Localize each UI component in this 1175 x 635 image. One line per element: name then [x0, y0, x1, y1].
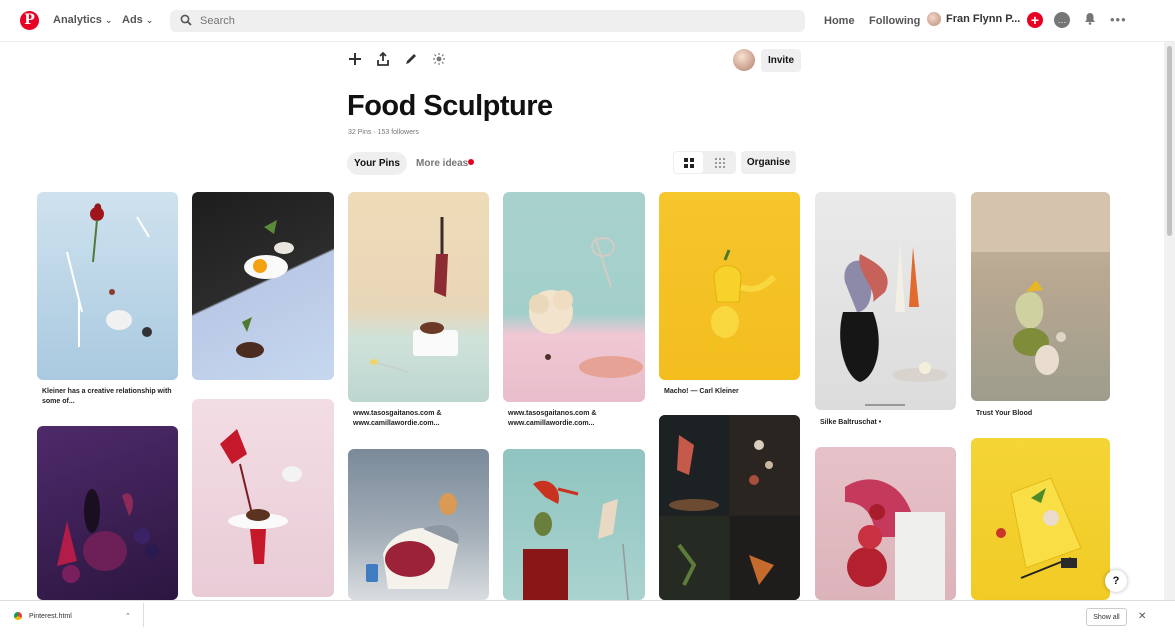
chevron-down-icon: ⌄: [145, 15, 154, 25]
share-upload-icon[interactable]: [376, 51, 390, 71]
pin-title[interactable]: Kleiner has a creative relationship with…: [42, 387, 174, 407]
organise-button[interactable]: Organise: [741, 151, 796, 174]
pin-image[interactable]: [37, 426, 178, 600]
search-input[interactable]: [200, 15, 760, 27]
search-bar: [170, 10, 805, 32]
pin-title[interactable]: Trust Your Blood: [976, 409, 1106, 419]
help-button[interactable]: ?: [1105, 570, 1127, 592]
messages-icon[interactable]: …: [1054, 12, 1070, 28]
pin-title[interactable]: Macho! — Carl Kleiner: [664, 387, 796, 397]
board-title: Food Sculpture: [347, 90, 553, 122]
more-options-icon[interactable]: •••: [1110, 12, 1126, 28]
search-icon: [180, 14, 192, 29]
following-link[interactable]: Following: [869, 15, 920, 27]
pin-title[interactable]: www.tasosgaitanos.com & www.camillawordi…: [353, 409, 485, 429]
pin-image[interactable]: [971, 438, 1110, 600]
pin-image[interactable]: [815, 192, 956, 410]
collaborator-avatar[interactable]: [733, 49, 755, 71]
close-icon[interactable]: ✕: [1138, 611, 1146, 622]
chevron-up-icon[interactable]: ⌃: [125, 612, 131, 620]
board-toolbar: [348, 51, 446, 71]
ads-label: Ads: [122, 14, 143, 26]
pinterest-logo-icon[interactable]: P: [20, 11, 39, 30]
pin-image[interactable]: [348, 449, 489, 600]
pin-image[interactable]: [971, 192, 1110, 401]
chrome-file-icon: [14, 612, 22, 620]
pin-image[interactable]: [503, 449, 645, 600]
view-toggle: [673, 151, 736, 174]
profile-link[interactable]: Fran Flynn P...: [927, 12, 1020, 26]
chevron-down-icon: ⌄: [104, 15, 113, 25]
tab-more-ideas[interactable]: More ideas: [416, 158, 468, 169]
edit-pencil-icon[interactable]: [404, 52, 418, 71]
top-navigation-bar: P Analytics⌄ Ads⌄ Home Following Fran Fl…: [0, 0, 1175, 42]
pin-title[interactable]: www.tasosgaitanos.com & www.camillawordi…: [508, 409, 640, 429]
lens-icon[interactable]: [432, 52, 446, 71]
pin-image[interactable]: [192, 192, 334, 380]
pin-image[interactable]: [815, 447, 956, 600]
download-bar: Pinterest.html ⌃ Show all ✕: [0, 600, 1175, 635]
pin-image[interactable]: [503, 192, 645, 402]
home-link[interactable]: Home: [824, 15, 855, 27]
board-meta: 32 Pins · 153 followers: [348, 129, 419, 136]
ads-menu[interactable]: Ads ⌄: [122, 14, 153, 26]
pin-image[interactable]: [659, 415, 800, 600]
pin-image[interactable]: [192, 399, 334, 597]
show-all-button[interactable]: Show all: [1086, 608, 1127, 626]
pin-image[interactable]: [659, 192, 800, 380]
grid-large-icon[interactable]: [673, 151, 704, 174]
tab-your-pins[interactable]: Your Pins: [347, 152, 407, 175]
analytics-menu[interactable]: Analytics ⌄: [53, 14, 112, 26]
user-name: Fran Flynn P...: [946, 13, 1021, 25]
scrollbar-thumb[interactable]: [1167, 46, 1172, 236]
pin-image[interactable]: [348, 192, 489, 402]
notifications-bell-icon[interactable]: [1082, 12, 1098, 28]
analytics-label: Analytics: [53, 14, 102, 26]
grid-compact-icon[interactable]: [704, 151, 735, 174]
download-item[interactable]: Pinterest.html: [14, 612, 72, 620]
add-plus-icon[interactable]: [348, 52, 362, 71]
invite-button[interactable]: Invite: [761, 49, 801, 72]
pin-image[interactable]: [37, 192, 178, 380]
divider: [143, 603, 144, 627]
avatar: [927, 12, 941, 26]
download-file-name: Pinterest.html: [29, 612, 72, 620]
notification-dot: [468, 159, 474, 165]
pin-title[interactable]: Silke Baltruschat •: [820, 418, 952, 428]
create-plus-icon[interactable]: +: [1027, 12, 1043, 28]
